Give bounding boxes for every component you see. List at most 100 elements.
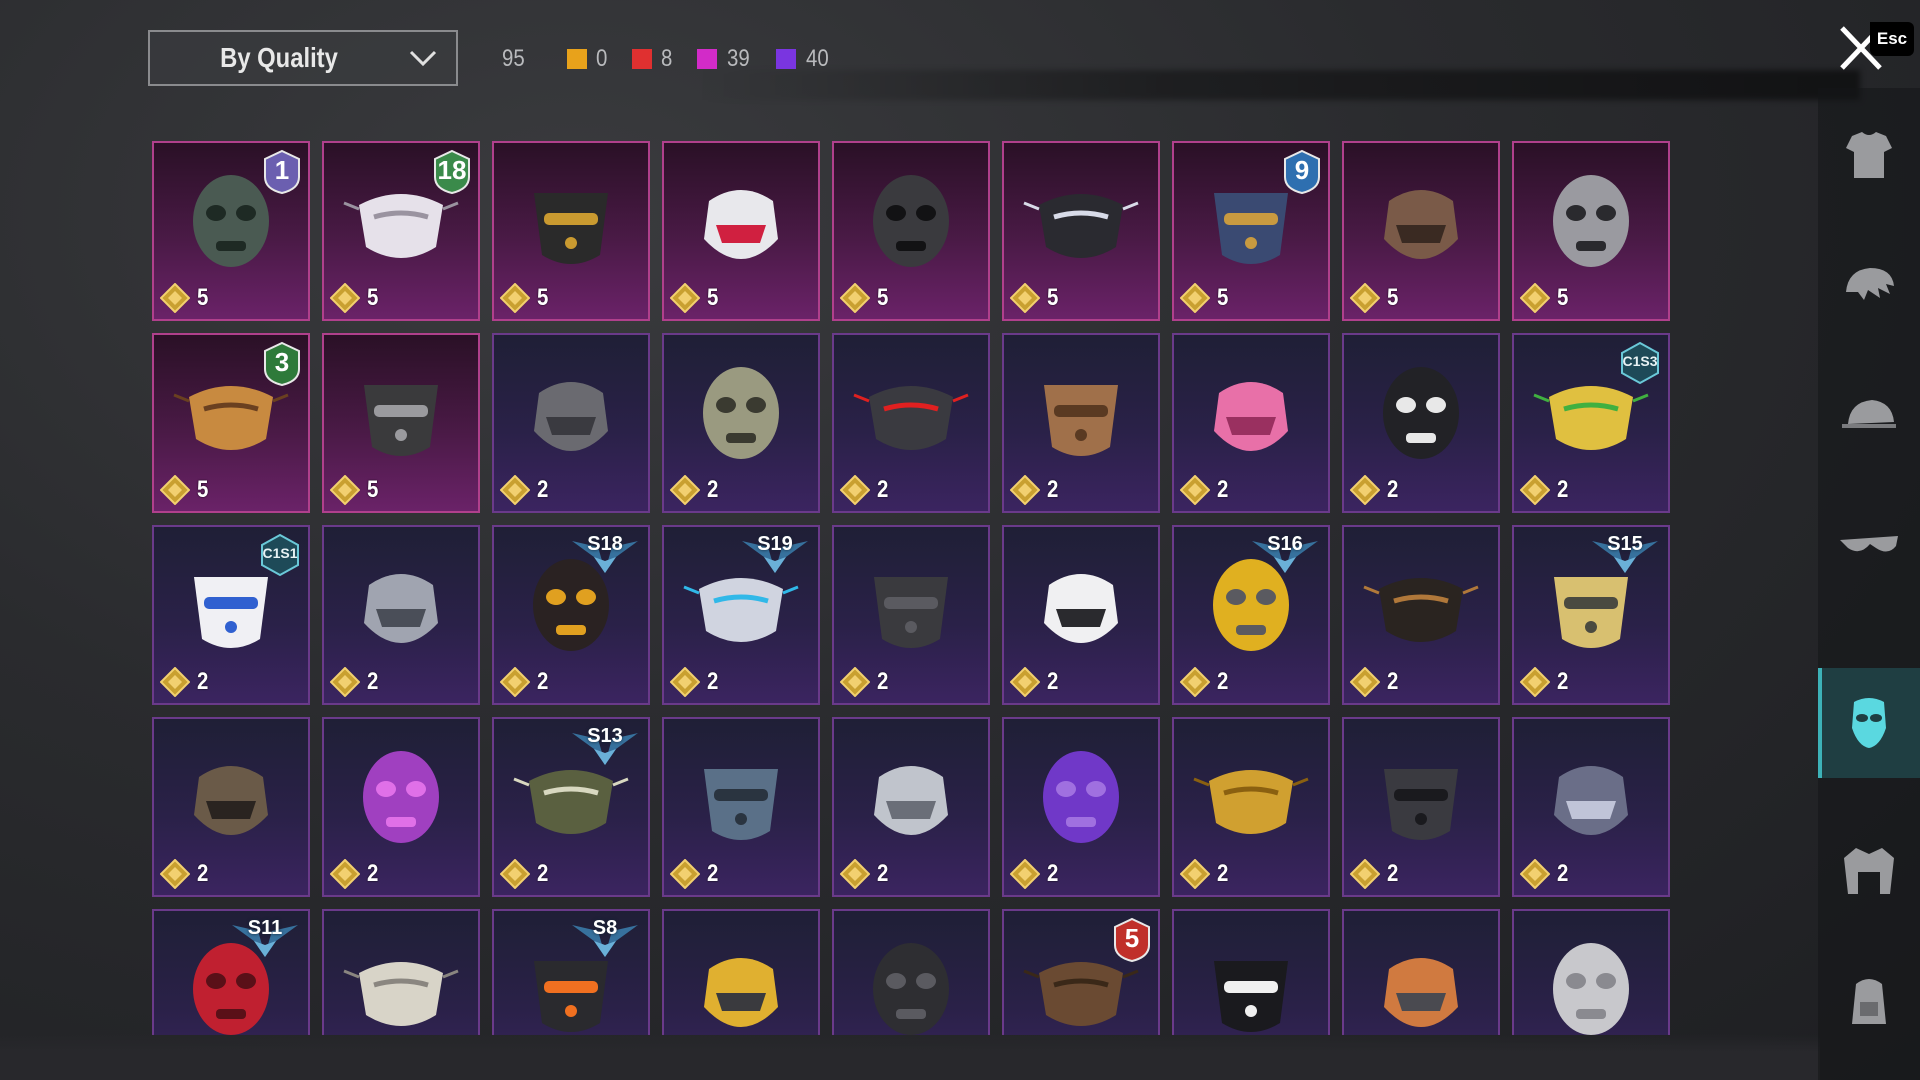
item-price: 2 bbox=[670, 475, 719, 505]
item-card[interactable]: 2 bbox=[322, 909, 480, 1035]
item-card[interactable]: 2 C1S3 bbox=[1512, 333, 1670, 513]
item-card[interactable]: 2 bbox=[1342, 717, 1500, 897]
item-price: 5 bbox=[840, 283, 889, 313]
item-card[interactable]: 2S11 bbox=[152, 909, 310, 1035]
item-card[interactable]: 2 bbox=[1172, 717, 1330, 897]
item-card[interactable]: 5 bbox=[1002, 141, 1160, 321]
price-value: 2 bbox=[707, 668, 719, 695]
item-card[interactable]: 5 bbox=[322, 333, 480, 513]
season-badge: S19 bbox=[740, 531, 810, 575]
item-card[interactable]: 5 bbox=[662, 141, 820, 321]
item-card[interactable]: 2 bbox=[322, 717, 480, 897]
price-value: 2 bbox=[1217, 860, 1229, 887]
item-card[interactable]: 2 bbox=[1002, 525, 1160, 705]
category-sidebar bbox=[1818, 88, 1920, 1080]
price-value: 2 bbox=[367, 860, 379, 887]
item-price: 2 bbox=[840, 667, 889, 697]
item-card[interactable]: 5 bbox=[832, 141, 990, 321]
item-price: 5 bbox=[1010, 283, 1059, 313]
coupon-icon bbox=[1350, 475, 1380, 505]
item-card[interactable]: 2 bbox=[1512, 909, 1670, 1035]
price-value: 2 bbox=[537, 860, 549, 887]
item-card[interactable]: 2 bbox=[1342, 333, 1500, 513]
coupon-icon bbox=[840, 859, 870, 889]
item-card[interactable]: 2 bbox=[1342, 909, 1500, 1035]
item-card[interactable]: 2 bbox=[1002, 717, 1160, 897]
item-card[interactable]: 5 bbox=[492, 141, 650, 321]
item-card[interactable]: 2 bbox=[1172, 333, 1330, 513]
coupon-icon bbox=[670, 667, 700, 697]
item-card[interactable]: 2 C1S1 bbox=[152, 525, 310, 705]
sidebar-item-glasses[interactable] bbox=[1818, 492, 1920, 602]
item-card[interactable]: 2 bbox=[152, 717, 310, 897]
coupon-icon bbox=[1180, 283, 1210, 313]
sidebar-item-outfit[interactable] bbox=[1818, 106, 1920, 216]
sidebar-item-backpack[interactable] bbox=[1818, 948, 1920, 1058]
item-price: 2 bbox=[1350, 475, 1399, 505]
level-badge: 1 bbox=[262, 149, 302, 195]
coupon-icon bbox=[1350, 859, 1380, 889]
item-card[interactable]: 2 bbox=[832, 333, 990, 513]
hat-icon bbox=[1842, 400, 1896, 428]
grid-bottom-fade bbox=[0, 1034, 1820, 1080]
sidebar-item-jacket[interactable] bbox=[1818, 818, 1920, 928]
backpack-icon bbox=[1852, 979, 1886, 1024]
item-card[interactable]: 2 bbox=[1342, 525, 1500, 705]
price-value: 5 bbox=[707, 284, 719, 311]
item-card[interactable]: 2 bbox=[1172, 909, 1330, 1035]
price-value: 2 bbox=[877, 476, 889, 503]
item-card[interactable]: 2 bbox=[662, 717, 820, 897]
item-price: 5 bbox=[1520, 283, 1569, 313]
item-card[interactable]: 2 bbox=[492, 333, 650, 513]
item-price: 2 bbox=[1010, 859, 1059, 889]
item-image-icon bbox=[1553, 943, 1629, 1035]
item-image-icon bbox=[1384, 958, 1458, 1027]
coupon-icon bbox=[500, 475, 530, 505]
coupon-icon bbox=[1520, 859, 1550, 889]
price-value: 5 bbox=[1217, 284, 1229, 311]
item-card[interactable]: 2 bbox=[832, 717, 990, 897]
item-card[interactable]: 51 bbox=[152, 141, 310, 321]
item-card[interactable]: 53 bbox=[152, 333, 310, 513]
cycle-badge: C1S1 bbox=[258, 533, 302, 577]
price-value: 2 bbox=[1387, 860, 1399, 887]
price-value: 5 bbox=[1387, 284, 1399, 311]
item-card[interactable]: 25 bbox=[1002, 909, 1160, 1035]
price-value: 2 bbox=[197, 668, 209, 695]
item-card[interactable]: 2 bbox=[832, 909, 990, 1035]
count-pink: 39 bbox=[697, 45, 752, 73]
item-card[interactable]: 5 bbox=[1342, 141, 1500, 321]
item-card[interactable]: 5 bbox=[1512, 141, 1670, 321]
item-card[interactable]: 2 S15 bbox=[1512, 525, 1670, 705]
coupon-icon bbox=[160, 667, 190, 697]
coupon-icon bbox=[670, 283, 700, 313]
coupon-icon bbox=[1520, 667, 1550, 697]
sidebar-item-hat[interactable] bbox=[1818, 366, 1920, 476]
sidebar-item-hair[interactable] bbox=[1818, 236, 1920, 346]
item-card[interactable]: 2S8 bbox=[492, 909, 650, 1035]
level-badge: 5 bbox=[1112, 917, 1152, 963]
item-price: 2 bbox=[1520, 859, 1569, 889]
quality-swatch bbox=[566, 49, 587, 69]
coupon-icon bbox=[670, 859, 700, 889]
item-card[interactable]: 2 bbox=[322, 525, 480, 705]
item-card[interactable]: 5 18 bbox=[322, 141, 480, 321]
item-card[interactable]: 59 bbox=[1172, 141, 1330, 321]
price-value: 5 bbox=[367, 476, 379, 503]
item-price: 2 bbox=[670, 667, 719, 697]
item-card[interactable]: 2 bbox=[1512, 717, 1670, 897]
coupon-icon bbox=[330, 283, 360, 313]
sort-dropdown[interactable]: By Quality bbox=[148, 30, 458, 86]
coupon-icon bbox=[330, 667, 360, 697]
item-card[interactable]: 2 bbox=[662, 333, 820, 513]
item-card[interactable]: 2 S13 bbox=[492, 717, 650, 897]
item-card[interactable]: 2 S18 bbox=[492, 525, 650, 705]
item-card[interactable]: 2 bbox=[832, 525, 990, 705]
item-price: 2 bbox=[330, 859, 379, 889]
price-value: 2 bbox=[1387, 476, 1399, 503]
item-card[interactable]: 2 bbox=[662, 909, 820, 1035]
item-card[interactable]: 2 S16 bbox=[1172, 525, 1330, 705]
item-card[interactable]: 2 S19 bbox=[662, 525, 820, 705]
item-card[interactable]: 2 bbox=[1002, 333, 1160, 513]
sidebar-item-mask[interactable] bbox=[1818, 668, 1920, 778]
